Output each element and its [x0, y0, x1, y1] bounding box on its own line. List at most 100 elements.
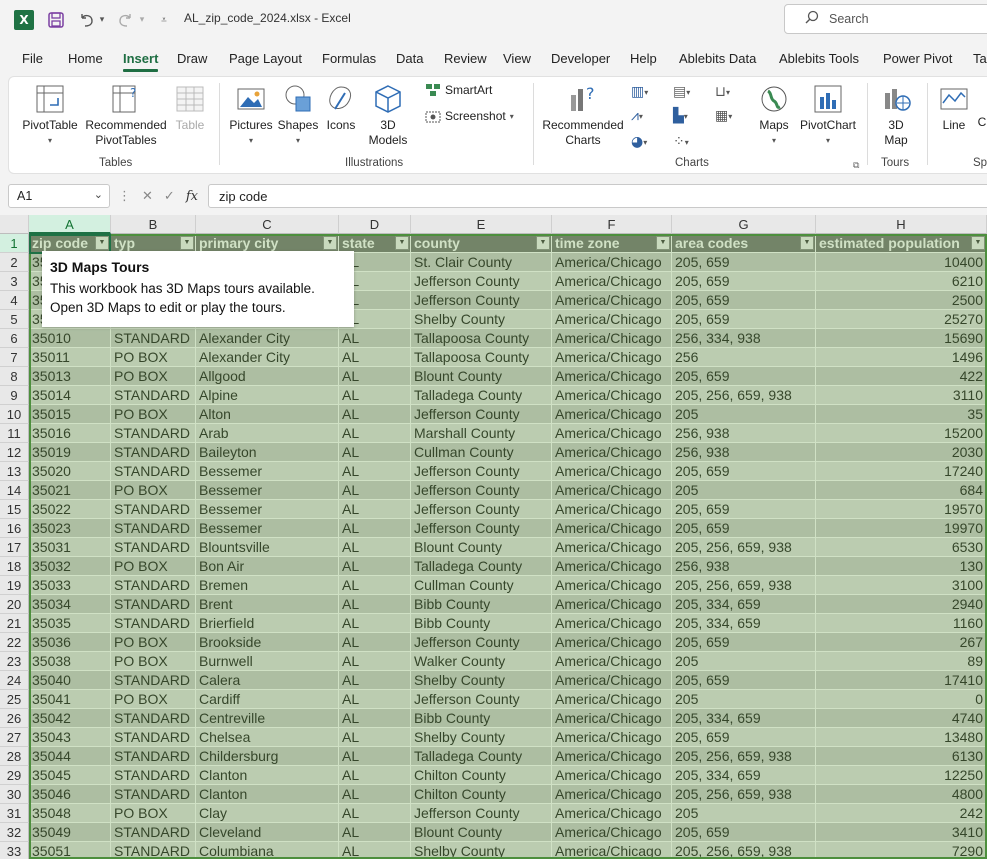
cell-h[interactable]: 89: [816, 652, 987, 671]
row-header-11[interactable]: 11: [0, 424, 29, 443]
cell-h[interactable]: 1496: [816, 348, 987, 367]
cell-b[interactable]: STANDARD: [111, 728, 196, 747]
cell-e[interactable]: Blount County: [411, 538, 552, 557]
cell-b[interactable]: STANDARD: [111, 842, 196, 859]
tab-power-pivot[interactable]: Power Pivot: [883, 51, 952, 66]
row-header-4[interactable]: 4: [0, 291, 29, 310]
cell-b[interactable]: PO BOX: [111, 652, 196, 671]
cell-e[interactable]: Chilton County: [411, 785, 552, 804]
cell-c[interactable]: Centreville: [196, 709, 339, 728]
row-header-18[interactable]: 18: [0, 557, 29, 576]
cell-b[interactable]: PO BOX: [111, 367, 196, 386]
cell-h[interactable]: 19970: [816, 519, 987, 538]
formula-input[interactable]: zip code: [208, 184, 987, 208]
row-header-20[interactable]: 20: [0, 595, 29, 614]
cell-b[interactable]: STANDARD: [111, 443, 196, 462]
cell-f[interactable]: America/Chicago: [552, 633, 672, 652]
column-header-d[interactable]: D: [339, 215, 411, 234]
tab-file[interactable]: File: [22, 51, 43, 66]
cell-e[interactable]: St. Clair County: [411, 253, 552, 272]
cell-g[interactable]: 205, 256, 659, 938: [672, 386, 816, 405]
cell-f[interactable]: America/Chicago: [552, 766, 672, 785]
cell-f[interactable]: America/Chicago: [552, 405, 672, 424]
cell-a[interactable]: 35035: [29, 614, 111, 633]
row-header-19[interactable]: 19: [0, 576, 29, 595]
cell-e[interactable]: Chilton County: [411, 766, 552, 785]
column-header-h[interactable]: H: [816, 215, 987, 234]
undo-icon[interactable]: [76, 10, 96, 30]
cell-g[interactable]: 205: [672, 652, 816, 671]
cell-g[interactable]: 205, 659: [672, 367, 816, 386]
cell-d[interactable]: AL: [339, 329, 411, 348]
row-header-29[interactable]: 29: [0, 766, 29, 785]
cell-f[interactable]: America/Chicago: [552, 253, 672, 272]
enter-icon[interactable]: ✓: [164, 189, 175, 204]
cell-c[interactable]: Clanton: [196, 766, 339, 785]
cell-h[interactable]: 422: [816, 367, 987, 386]
row-header-5[interactable]: 5: [0, 310, 29, 329]
cell-b[interactable]: PO BOX: [111, 804, 196, 823]
statistic-chart-icon[interactable]: ▙ ▾: [673, 107, 701, 125]
cell-a[interactable]: 35034: [29, 595, 111, 614]
cell-c[interactable]: Calera: [196, 671, 339, 690]
pivottable-button[interactable]: PivotTable ▾: [21, 83, 79, 148]
filter-dropdown-icon[interactable]: ▼: [95, 236, 109, 250]
3d-map-button[interactable]: 3D Map: [873, 83, 919, 148]
cell-d[interactable]: AL: [339, 576, 411, 595]
3d-models-button[interactable]: 3D Models: [363, 83, 413, 148]
screenshot-button[interactable]: Screenshot ▾: [425, 109, 514, 123]
cell-b[interactable]: STANDARD: [111, 519, 196, 538]
cell-b[interactable]: STANDARD: [111, 462, 196, 481]
cell-c[interactable]: Brookside: [196, 633, 339, 652]
cell-e[interactable]: Bibb County: [411, 709, 552, 728]
cell-h[interactable]: 0: [816, 690, 987, 709]
cell-d[interactable]: AL: [339, 481, 411, 500]
column-header-a[interactable]: A: [29, 215, 111, 234]
row-header-1[interactable]: 1: [0, 234, 29, 253]
header-cell[interactable]: time zone ▼: [552, 234, 672, 253]
cell-a[interactable]: 35033: [29, 576, 111, 595]
column-header-e[interactable]: E: [411, 215, 552, 234]
cell-a[interactable]: 35041: [29, 690, 111, 709]
cell-g[interactable]: 256, 938: [672, 557, 816, 576]
cell-e[interactable]: Tallapoosa County: [411, 348, 552, 367]
row-header-23[interactable]: 23: [0, 652, 29, 671]
tab-table-design[interactable]: Ta: [973, 51, 987, 66]
cell-f[interactable]: America/Chicago: [552, 557, 672, 576]
cell-f[interactable]: America/Chicago: [552, 386, 672, 405]
cell-h[interactable]: 3410: [816, 823, 987, 842]
search-box[interactable]: Search: [784, 4, 987, 34]
row-header-13[interactable]: 13: [0, 462, 29, 481]
cell-f[interactable]: America/Chicago: [552, 272, 672, 291]
cell-h[interactable]: 25270: [816, 310, 987, 329]
cell-h[interactable]: 17410: [816, 671, 987, 690]
cell-d[interactable]: AL: [339, 462, 411, 481]
cell-a[interactable]: 35042: [29, 709, 111, 728]
pie-chart-icon[interactable]: ◕ ▾: [631, 133, 659, 151]
cell-f[interactable]: America/Chicago: [552, 367, 672, 386]
cell-f[interactable]: America/Chicago: [552, 576, 672, 595]
cell-f[interactable]: America/Chicago: [552, 443, 672, 462]
cell-h[interactable]: 13480: [816, 728, 987, 747]
cell-e[interactable]: Jefferson County: [411, 405, 552, 424]
cell-a[interactable]: 35048: [29, 804, 111, 823]
cell-d[interactable]: AL: [339, 424, 411, 443]
redo-icon[interactable]: [116, 10, 136, 30]
cell-h[interactable]: 12250: [816, 766, 987, 785]
cell-b[interactable]: STANDARD: [111, 709, 196, 728]
cell-b[interactable]: STANDARD: [111, 747, 196, 766]
cell-g[interactable]: 205: [672, 690, 816, 709]
line-chart-icon[interactable]: ⩘ ▾: [631, 107, 659, 125]
cell-d[interactable]: AL: [339, 557, 411, 576]
cell-d[interactable]: AL: [339, 766, 411, 785]
cell-a[interactable]: 35020: [29, 462, 111, 481]
cell-c[interactable]: Burnwell: [196, 652, 339, 671]
cell-h[interactable]: 6210: [816, 272, 987, 291]
cell-e[interactable]: Jefferson County: [411, 804, 552, 823]
row-header-16[interactable]: 16: [0, 519, 29, 538]
cell-c[interactable]: Columbiana: [196, 842, 339, 859]
row-header-15[interactable]: 15: [0, 500, 29, 519]
cell-c[interactable]: Cardiff: [196, 690, 339, 709]
cell-g[interactable]: 205, 659: [672, 291, 816, 310]
row-header-25[interactable]: 25: [0, 690, 29, 709]
